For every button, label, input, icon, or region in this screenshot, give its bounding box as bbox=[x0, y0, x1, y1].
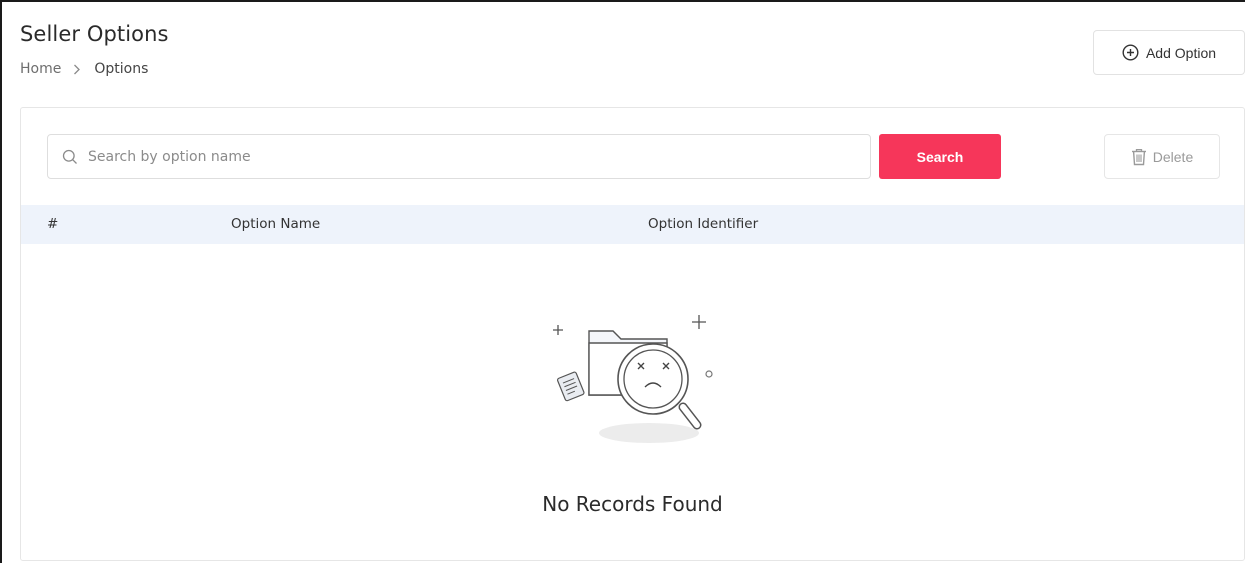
delete-button[interactable]: Delete bbox=[1104, 134, 1220, 179]
search-button[interactable]: Search bbox=[879, 134, 1001, 179]
add-option-label: Add Option bbox=[1145, 44, 1217, 61]
search-icon bbox=[62, 149, 77, 164]
empty-state-message: No Records Found bbox=[542, 492, 723, 516]
table-header: # Option Name Option Identifier bbox=[21, 205, 1244, 244]
delete-label: Delete bbox=[1152, 148, 1194, 165]
trash-icon bbox=[1131, 148, 1146, 165]
plus-circle-icon bbox=[1122, 44, 1139, 61]
search-input[interactable] bbox=[88, 148, 848, 165]
chevron-right-icon bbox=[73, 64, 81, 75]
search-field[interactable] bbox=[47, 134, 871, 179]
breadcrumb-current: Options bbox=[94, 61, 149, 77]
breadcrumb-home[interactable]: Home bbox=[20, 61, 61, 77]
breadcrumb: Home Options bbox=[20, 61, 148, 77]
column-header-option-name: Option Name bbox=[231, 216, 321, 232]
no-records-illustration bbox=[553, 315, 713, 443]
column-header-number: # bbox=[47, 216, 59, 232]
page-title: Seller Options bbox=[20, 22, 169, 46]
add-option-button[interactable]: Add Option bbox=[1093, 30, 1245, 75]
column-header-option-identifier: Option Identifier bbox=[648, 216, 759, 232]
options-card: Search Delete # Option Name Option Ident… bbox=[20, 107, 1245, 561]
